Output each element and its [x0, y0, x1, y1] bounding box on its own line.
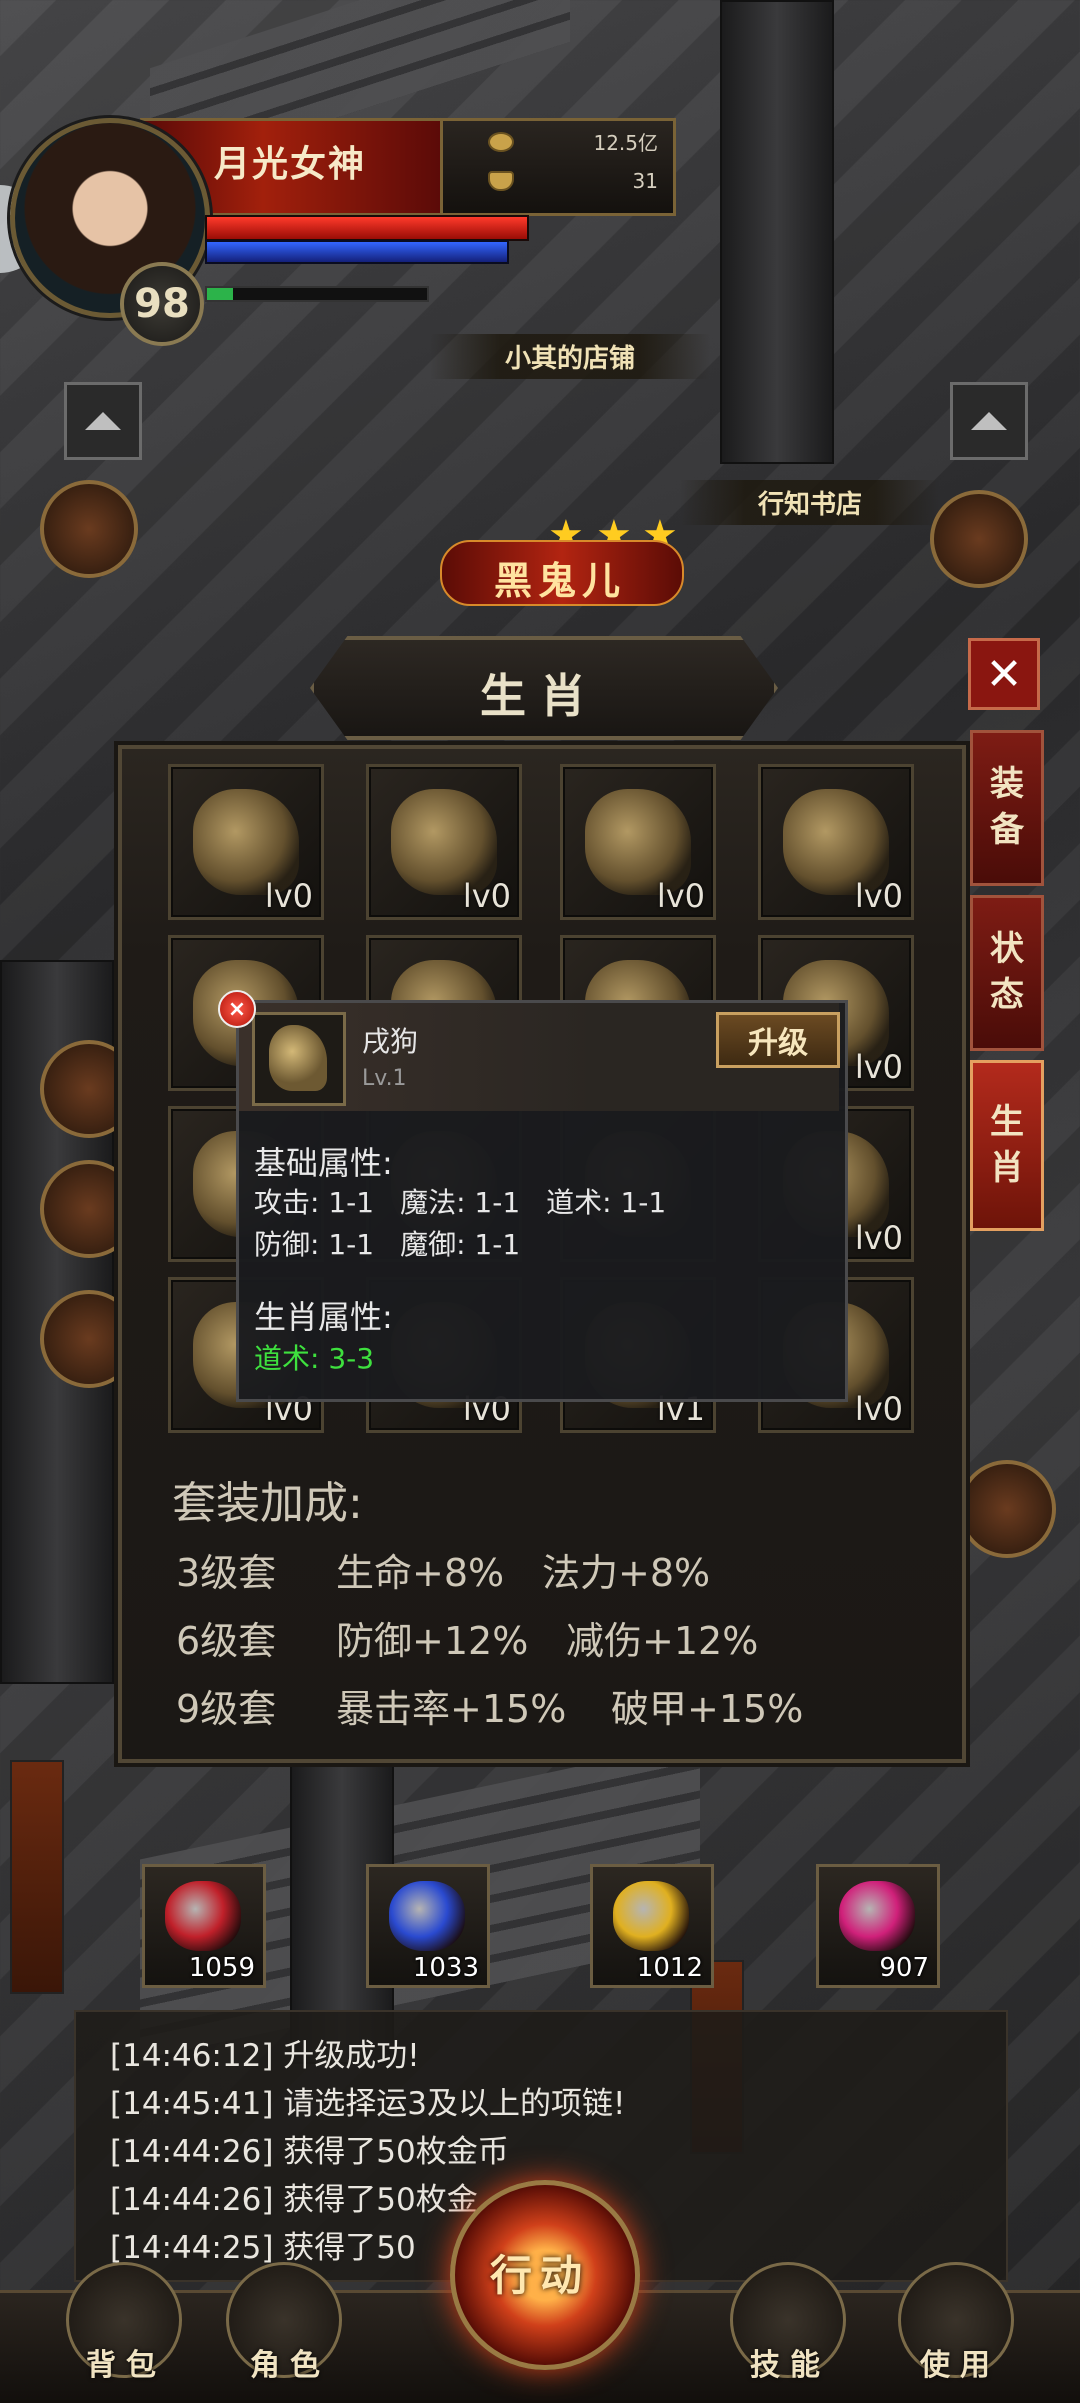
potion-slot[interactable]: 907 [816, 1864, 940, 1988]
potion-icon [613, 1881, 689, 1951]
potion-count: 1033 [412, 1953, 479, 1983]
attr-attack: 攻击: 1-1 [254, 1186, 375, 1219]
tab-char: 装 [990, 764, 1024, 805]
potion-slot[interactable]: 1012 [590, 1864, 714, 1988]
potion-slot[interactable]: 1059 [142, 1864, 266, 1988]
potion-count: 907 [879, 1953, 929, 1983]
gold-coin-icon [488, 131, 514, 152]
base-attr-line: 防御: 1-1 魔御: 1-1 [254, 1223, 546, 1263]
tab-char: 状 [990, 929, 1024, 970]
chat-line: [14:44:25] 获得了50 [110, 2230, 416, 2266]
character-label: 角色 [250, 2348, 330, 2383]
slot-level: lv0 [264, 877, 313, 915]
slot-level: lv0 [656, 877, 705, 915]
gold-row: 12.5亿 [488, 127, 658, 156]
tab-char: 生 [990, 1101, 1024, 1142]
slot-level: lv0 [854, 1219, 903, 1257]
tab-zodiac[interactable]: 生 肖 [970, 1060, 1044, 1231]
zodiac-slot[interactable]: lv0 [168, 764, 324, 920]
level-badge: 98 [120, 262, 204, 346]
ingot-amount: 31 [632, 169, 658, 193]
side-menu-icon[interactable] [930, 490, 1028, 588]
use-label: 使用 [920, 2348, 1000, 2383]
side-menu-icon[interactable] [40, 480, 138, 578]
set-bonus-b: 减伤+12% [566, 1619, 759, 1663]
zodiac-slot[interactable]: lv0 [366, 764, 522, 920]
zodiac-attr-value: 道术: 3-3 [254, 1342, 375, 1375]
zodiac-slot[interactable]: lv0 [758, 764, 914, 920]
scroll-up-left-button[interactable] [64, 382, 142, 460]
bookstore-npc-label[interactable]: 行知书店 [680, 480, 940, 525]
hp-bar [205, 215, 529, 241]
shop-npc-label[interactable]: 小其的店铺 [430, 334, 710, 379]
set-bonus-title: 套装加成: [172, 1478, 363, 1529]
chat-line: [14:44:26] 获得了50枚金 [110, 2182, 478, 2218]
action-label: 行动 [489, 2251, 590, 2300]
slot-level: lv0 [854, 877, 903, 915]
panel-title: 生肖 [480, 669, 600, 723]
gold-amount: 12.5亿 [593, 131, 658, 155]
attr-magic-defense: 魔御: 1-1 [400, 1228, 521, 1261]
attr-magic: 魔法: 1-1 [400, 1186, 521, 1219]
side-menu-icon[interactable] [958, 1460, 1056, 1558]
tooltip-close-icon[interactable]: × [218, 990, 256, 1028]
tab-char: 肖 [990, 1147, 1024, 1188]
xp-bar [205, 286, 429, 302]
tab-char: 备 [990, 810, 1024, 850]
player-name: 月光女神 [213, 144, 366, 185]
zodiac-attr-title: 生肖属性: [254, 1298, 393, 1336]
xp-fill [207, 288, 234, 300]
tab-status[interactable]: 状 态 [970, 895, 1044, 1051]
banner [10, 1760, 64, 1994]
set-tier: 9级套 [176, 1687, 277, 1731]
close-button[interactable]: ✕ [968, 638, 1040, 710]
set-bonus-b: 破甲+15% [611, 1687, 804, 1731]
set-bonus-a: 防御+12% [336, 1619, 529, 1663]
set-bonus-b: 法力+8% [542, 1551, 711, 1595]
set-bonus-a: 暴击率+15% [336, 1687, 567, 1731]
item-level: Lv.1 [362, 1066, 407, 1091]
set-bonus-row: 3级套 生命+8% 法力+8% [176, 1542, 710, 1597]
set-bonus-row: 6级套 防御+12% 减伤+12% [176, 1610, 758, 1665]
potion-count: 1012 [636, 1953, 703, 1983]
dog-zodiac-icon [252, 1012, 346, 1106]
attr-taoism: 道术: 1-1 [546, 1186, 667, 1219]
set-bonus-row: 9级套 暴击率+15% 破甲+15% [176, 1678, 803, 1733]
zodiac-slot[interactable]: lv0 [560, 764, 716, 920]
tab-char: 态 [990, 975, 1024, 1015]
scroll-up-right-button[interactable] [950, 382, 1028, 460]
bag-label: 背包 [86, 2348, 166, 2383]
set-bonus-a: 生命+8% [336, 1551, 505, 1595]
stone-pillar [720, 0, 834, 464]
item-name: 戌狗 [362, 1025, 419, 1058]
chat-line: [14:44:26] 获得了50枚金币 [110, 2134, 509, 2170]
mp-bar [205, 240, 509, 264]
slot-level: lv0 [462, 877, 511, 915]
upgrade-button[interactable]: 升级 [716, 1012, 840, 1068]
set-tier: 3级套 [176, 1551, 277, 1595]
boss-name[interactable]: 黑鬼儿 [440, 550, 680, 605]
base-attr-line: 攻击: 1-1 魔法: 1-1 道术: 1-1 [254, 1181, 692, 1221]
tab-equipment[interactable]: 装 备 [970, 730, 1044, 886]
slot-level: lv0 [854, 1048, 903, 1086]
ingot-row: 31 [488, 169, 658, 193]
skill-label: 技能 [750, 2348, 830, 2383]
potion-icon [389, 1881, 465, 1951]
potion-slot[interactable]: 1033 [366, 1864, 490, 1988]
chat-line: [14:46:12] 升级成功! [110, 2038, 420, 2074]
attr-defense: 防御: 1-1 [254, 1228, 375, 1261]
chat-line: [14:45:41] 请选择运3及以上的项链! [110, 2086, 626, 2122]
ingot-icon [488, 171, 514, 191]
slot-level: lv0 [854, 1390, 903, 1428]
base-attr-title: 基础属性: [254, 1144, 393, 1182]
potion-icon [165, 1881, 241, 1951]
potion-icon [839, 1881, 915, 1951]
set-tier: 6级套 [176, 1619, 277, 1663]
potion-count: 1059 [188, 1953, 255, 1983]
